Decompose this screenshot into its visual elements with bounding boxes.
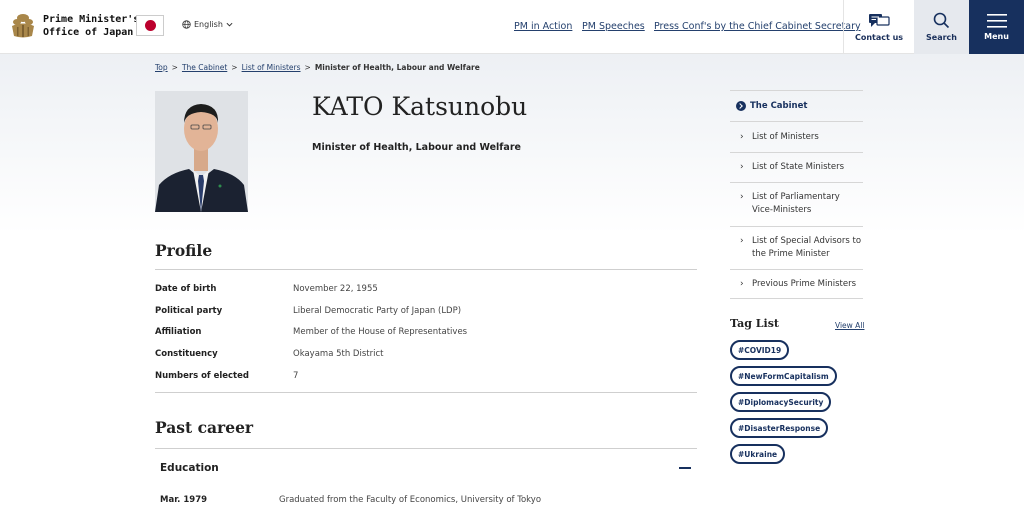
sidebar-item-label: List of State Ministers (752, 162, 845, 172)
minister-name: KATO Katsunobu (312, 92, 528, 121)
breadcrumb: Top > The Cabinet > List of Ministers > … (155, 63, 480, 72)
sidebar-item-label: Previous Prime Ministers (752, 279, 857, 289)
sidebar-heading-label: The Cabinet (750, 101, 808, 111)
chevron-right-icon: › (740, 162, 744, 172)
tag-disasterresponse[interactable]: #DisasterResponse (730, 418, 829, 438)
divider (155, 448, 697, 449)
circle-arrow-icon (736, 101, 746, 111)
profile-value: 7 (293, 371, 299, 381)
minister-title: Minister of Health, Labour and Welfare (312, 142, 521, 153)
past-career-heading: Past career (155, 418, 254, 437)
nav-pm-speeches[interactable]: PM Speeches (582, 21, 645, 32)
language-label: English (194, 20, 223, 29)
profile-label: Date of birth (155, 284, 217, 294)
sidebar: The Cabinet › List of Ministers › List o… (730, 90, 863, 299)
search-icon (933, 12, 950, 29)
breadcrumb-current: Minister of Health, Labour and Welfare (314, 63, 480, 72)
japan-flag-icon (136, 15, 164, 36)
breadcrumb-top[interactable]: Top (155, 63, 168, 72)
nav-press-conferences[interactable]: Press Conf's by the Chief Cabinet Secret… (654, 21, 861, 32)
main-content: Top > The Cabinet > List of Ministers > … (0, 0, 1024, 521)
contact-us-button[interactable]: Contact us (843, 0, 914, 54)
tag-covid19[interactable]: #COVID19 (730, 340, 790, 360)
contact-us-label: Contact us (854, 32, 904, 42)
tag-diplomacysecurity[interactable]: #DiplomacySecurity (730, 392, 832, 412)
view-all-tags-link[interactable]: View All (835, 321, 864, 330)
breadcrumb-separator: > (231, 63, 238, 72)
chevron-down-icon (226, 22, 233, 27)
divider (155, 392, 697, 393)
hamburger-menu-icon (986, 13, 1007, 28)
sidebar-item-list-of-state-ministers[interactable]: › List of State Ministers (730, 152, 863, 182)
menu-label: Menu (984, 31, 1009, 41)
sidebar-item-label: List of Ministers (752, 132, 819, 142)
profile-value: Liberal Democratic Party of Japan (LDP) (293, 306, 462, 316)
education-accordion-heading[interactable]: Education (160, 462, 219, 474)
sidebar-item-previous-prime-ministers[interactable]: › Previous Prime Ministers (730, 269, 863, 299)
profile-row: Numbers of elected 7 (155, 371, 697, 383)
sidebar-heading-the-cabinet[interactable]: The Cabinet (730, 90, 863, 121)
menu-button[interactable]: Menu (969, 0, 1024, 54)
profile-row: Date of birth November 22, 1955 (155, 284, 697, 296)
nav-pm-in-action[interactable]: PM in Action (514, 21, 572, 32)
search-label: Search (926, 33, 957, 42)
breadcrumb-list-of-ministers[interactable]: List of Ministers (242, 63, 301, 72)
profile-value: Member of the House of Representatives (293, 327, 468, 337)
profile-row: Constituency Okayama 5th District (155, 349, 697, 361)
profile-heading: Profile (155, 241, 213, 260)
breadcrumb-separator: > (304, 63, 311, 72)
profile-label: Numbers of elected (155, 371, 249, 381)
chrysanthemum-logo-icon[interactable] (10, 12, 36, 40)
profile-row: Affiliation Member of the House of Repre… (155, 327, 697, 339)
education-date: Mar. 1979 (160, 495, 208, 505)
minister-portrait (155, 91, 248, 212)
tag-newformcapitalism[interactable]: #NewFormCapitalism (730, 366, 837, 386)
chevron-right-icon: › (740, 192, 744, 202)
tag-list-heading: Tag List (730, 317, 779, 330)
profile-label: Constituency (155, 349, 218, 359)
chevron-right-icon: › (740, 236, 744, 246)
breadcrumb-the-cabinet[interactable]: The Cabinet (182, 63, 227, 72)
sidebar-item-special-advisors[interactable]: › List of Special Advisors to the Prime … (730, 226, 863, 269)
breadcrumb-separator: > (171, 63, 178, 72)
profile-value: Okayama 5th District (293, 349, 384, 359)
profile-label: Political party (155, 306, 223, 316)
sidebar-item-label: List of Special Advisors to the Prime Mi… (752, 236, 862, 259)
profile-row: Political party Liberal Democratic Party… (155, 306, 697, 318)
site-name[interactable]: Prime Minister's Office of Japan (43, 13, 139, 39)
sidebar-item-parliamentary-vice-ministers[interactable]: › List of Parliamentary Vice-Ministers (730, 182, 863, 226)
profile-label: Affiliation (155, 327, 202, 337)
education-text: Graduated from the Faculty of Economics,… (279, 495, 542, 505)
chat-bubble-icon (869, 13, 890, 27)
globe-icon (182, 20, 191, 29)
chevron-right-icon: › (740, 279, 744, 289)
chevron-right-icon: › (740, 132, 744, 142)
tag-ukraine[interactable]: #Ukraine (730, 444, 786, 464)
language-selector[interactable]: English (182, 20, 233, 29)
sidebar-item-label: List of Parliamentary Vice-Ministers (752, 192, 840, 215)
sidebar-item-list-of-ministers[interactable]: › List of Ministers (730, 121, 863, 152)
profile-value: November 22, 1955 (293, 284, 378, 294)
search-button[interactable]: Search (914, 0, 969, 54)
divider (155, 269, 697, 270)
minus-icon[interactable] (679, 467, 691, 469)
site-header: Prime Minister's Office of Japan English… (0, 0, 1024, 54)
